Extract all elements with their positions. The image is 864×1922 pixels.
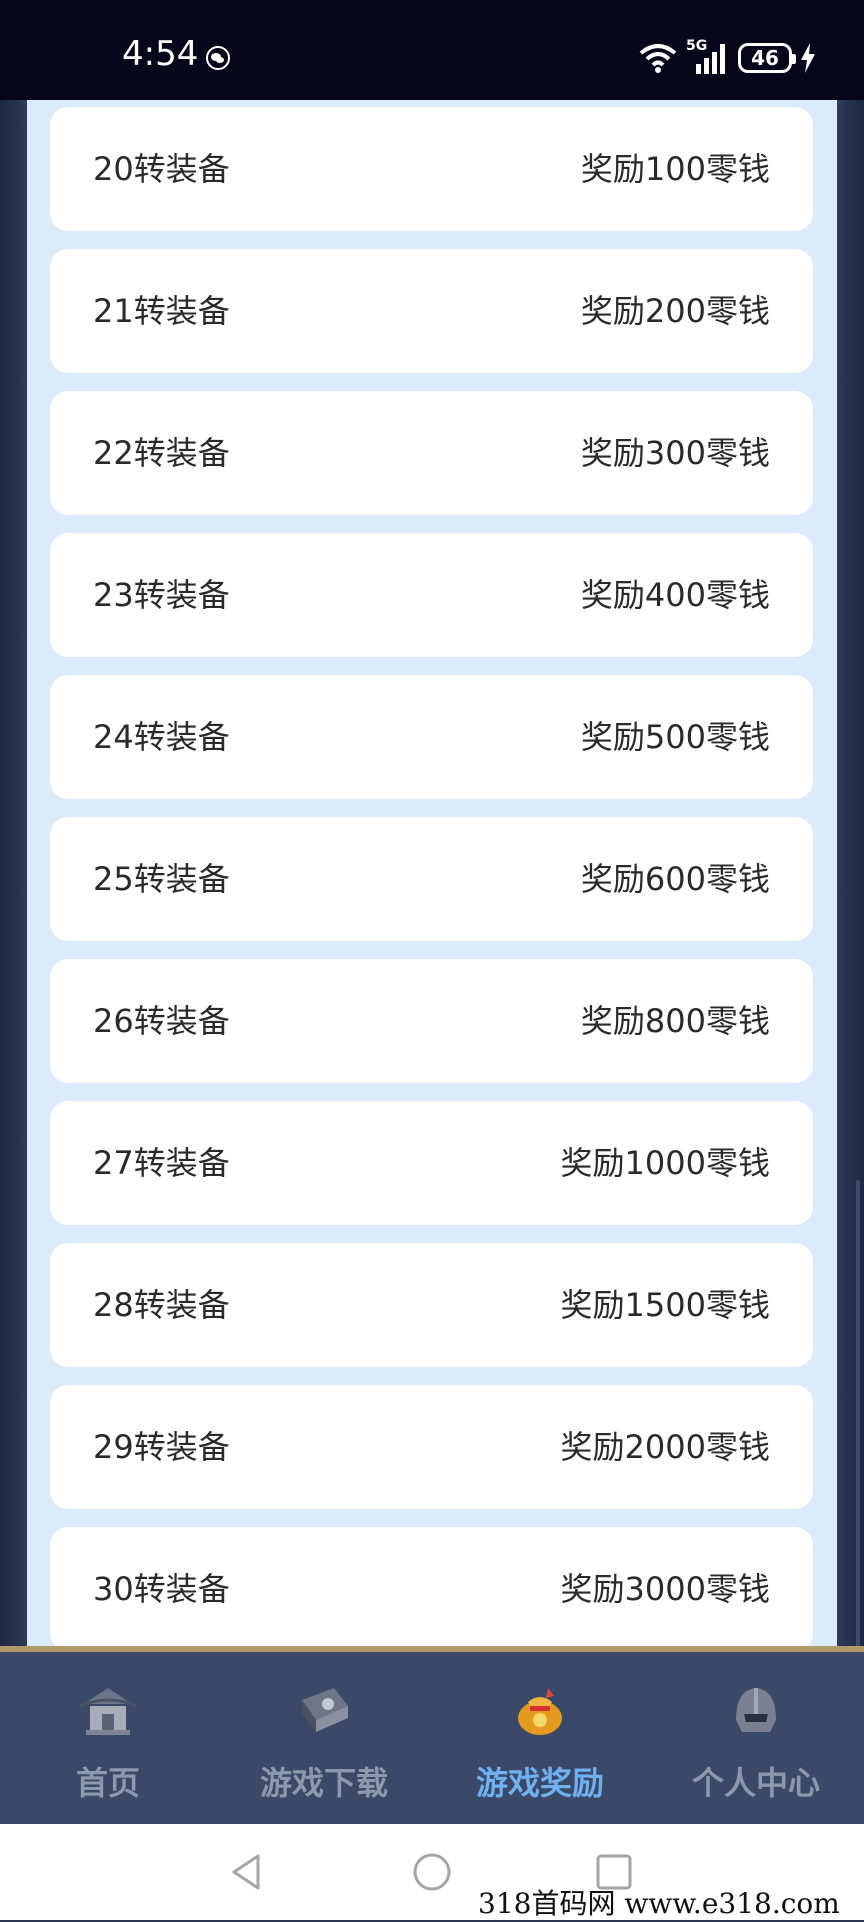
panel-frame-right (837, 100, 864, 1740)
equipment-level-label: 27转装备 (93, 1144, 230, 1182)
home-icon[interactable] (410, 1850, 454, 1894)
reward-card[interactable]: 30转装备 奖励3000零钱 (50, 1527, 813, 1650)
reward-card[interactable]: 23转装备 奖励400零钱 (50, 533, 813, 657)
equipment-level-label: 26转装备 (93, 1002, 230, 1040)
helmet-icon (736, 1688, 776, 1732)
reward-amount-label: 奖励100零钱 (580, 150, 770, 188)
equipment-level-label: 24转装备 (93, 718, 230, 756)
equipment-level-label: 30转装备 (93, 1570, 230, 1608)
reward-amount-label: 奖励1000零钱 (560, 1144, 770, 1182)
nav-tab-profile[interactable]: 个人中心 (648, 1652, 864, 1824)
reward-amount-label: 奖励200零钱 (580, 292, 770, 330)
reward-card[interactable]: 21转装备 奖励200零钱 (50, 249, 813, 373)
reward-amount-label: 奖励400零钱 (580, 576, 770, 614)
wechat-icon (206, 46, 230, 70)
reward-card[interactable]: 28转装备 奖励1500零钱 (50, 1243, 813, 1367)
reward-list[interactable]: 20转装备 奖励100零钱 21转装备 奖励200零钱 22转装备 奖励300零… (27, 100, 837, 1650)
equipment-level-label: 29转装备 (93, 1428, 230, 1466)
status-time: 4:54 (122, 34, 199, 74)
status-indicators: 5G 46 (638, 38, 816, 76)
battery-level: 46 (751, 46, 779, 70)
back-icon[interactable] (224, 1850, 268, 1894)
nav-tab-game-download[interactable]: 游戏下载 (216, 1652, 432, 1824)
nav-label-profile: 个人中心 (691, 1764, 820, 1802)
reward-card[interactable]: 26转装备 奖励800零钱 (50, 959, 813, 1083)
reward-card[interactable]: 22转装备 奖励300零钱 (50, 391, 813, 515)
reward-amount-label: 奖励800零钱 (580, 1002, 770, 1040)
system-nav-bar: 318首码网 www.e318.com (0, 1824, 864, 1920)
home-pavilion-icon (79, 1688, 137, 1735)
nav-tab-home[interactable]: 首页 (0, 1652, 216, 1824)
bottom-nav: 首页 游戏下载 游戏奖励 个人中心 (0, 1646, 864, 1824)
watermark: 318首码网 www.e318.com (478, 1887, 840, 1920)
equipment-level-label: 21转装备 (93, 292, 230, 330)
game-download-icon (302, 1688, 348, 1732)
reward-amount-label: 奖励1500零钱 (560, 1286, 770, 1324)
nav-label-game-rewards: 游戏奖励 (475, 1764, 604, 1802)
panel-frame-left (0, 100, 27, 1650)
reward-amount-label: 奖励3000零钱 (560, 1570, 770, 1608)
nav-label-home: 首页 (75, 1764, 140, 1802)
network-label: 5G (686, 38, 708, 54)
reward-card[interactable]: 20转装备 奖励100零钱 (50, 107, 813, 231)
wifi-icon (639, 44, 677, 73)
reward-card[interactable]: 29转装备 奖励2000零钱 (50, 1385, 813, 1509)
reward-amount-label: 奖励300零钱 (580, 434, 770, 472)
reward-card[interactable]: 27转装备 奖励1000零钱 (50, 1101, 813, 1225)
equipment-level-label: 23转装备 (93, 576, 230, 614)
money-bag-icon (518, 1688, 562, 1735)
charging-icon (801, 43, 815, 73)
reward-card[interactable]: 24转装备 奖励500零钱 (50, 675, 813, 799)
reward-amount-label: 奖励2000零钱 (560, 1428, 770, 1466)
equipment-level-label: 25转装备 (93, 860, 230, 898)
nav-tab-game-rewards[interactable]: 游戏奖励 (432, 1652, 648, 1824)
equipment-level-label: 22转装备 (93, 434, 230, 472)
reward-amount-label: 奖励500零钱 (580, 718, 770, 756)
reward-card[interactable]: 25转装备 奖励600零钱 (50, 817, 813, 941)
battery-icon: 46 (738, 43, 796, 73)
nav-label-game-download: 游戏下载 (259, 1764, 388, 1802)
equipment-level-label: 28转装备 (93, 1286, 230, 1324)
equipment-level-label: 20转装备 (93, 150, 230, 188)
status-bar: 4:54 5G 46 (0, 0, 864, 100)
reward-amount-label: 奖励600零钱 (580, 860, 770, 898)
signal-icon: 5G (686, 38, 730, 74)
